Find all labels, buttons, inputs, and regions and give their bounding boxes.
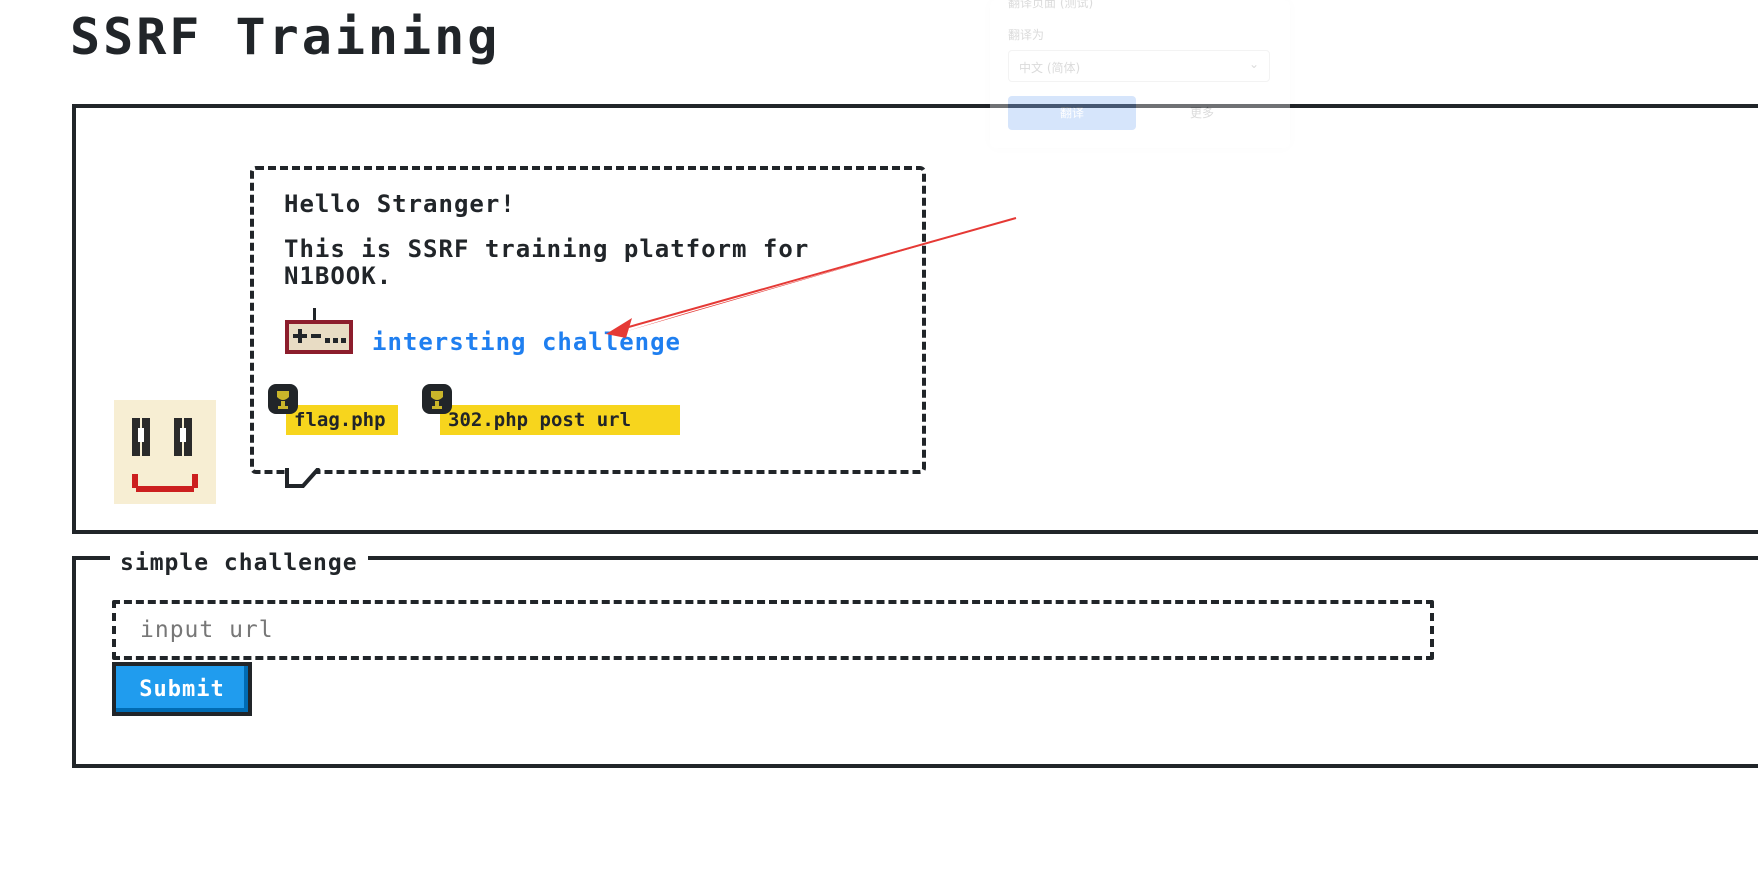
translate-target-label: 翻译为	[1008, 28, 1045, 42]
translate-language-value: 中文 (简体)	[1019, 61, 1081, 75]
submit-button[interactable]: Submit	[112, 662, 252, 716]
translate-popup: 翻译页面 (测试) 翻译为 中文 (简体) ⌄ 翻译 更多	[990, 0, 1290, 148]
greeting-text: Hello Stranger!	[284, 190, 516, 218]
trophy-icon	[268, 384, 298, 414]
arrow-annotation-icon	[606, 217, 1017, 338]
trophy-icon	[422, 384, 452, 414]
simple-challenge-section	[72, 556, 1758, 768]
file-badge-302[interactable]: 302.php post url	[440, 405, 680, 435]
balloon-tail	[285, 468, 321, 488]
chevron-down-icon: ⌄	[1249, 57, 1260, 71]
translate-popup-header: 翻译页面 (测试)	[1008, 0, 1094, 10]
game-controller-icon	[285, 308, 353, 354]
section-legend: simple challenge	[110, 550, 368, 576]
smiley-avatar-icon	[114, 400, 216, 504]
file-badge-flag[interactable]: flag.php	[286, 405, 398, 435]
url-input[interactable]	[112, 600, 1434, 660]
translate-more-button[interactable]: 更多	[1190, 104, 1214, 121]
translate-button[interactable]: 翻译	[1008, 96, 1136, 130]
page-title: SSRF Training	[70, 8, 501, 66]
translate-language-select[interactable]: 中文 (简体) ⌄	[1008, 50, 1270, 82]
